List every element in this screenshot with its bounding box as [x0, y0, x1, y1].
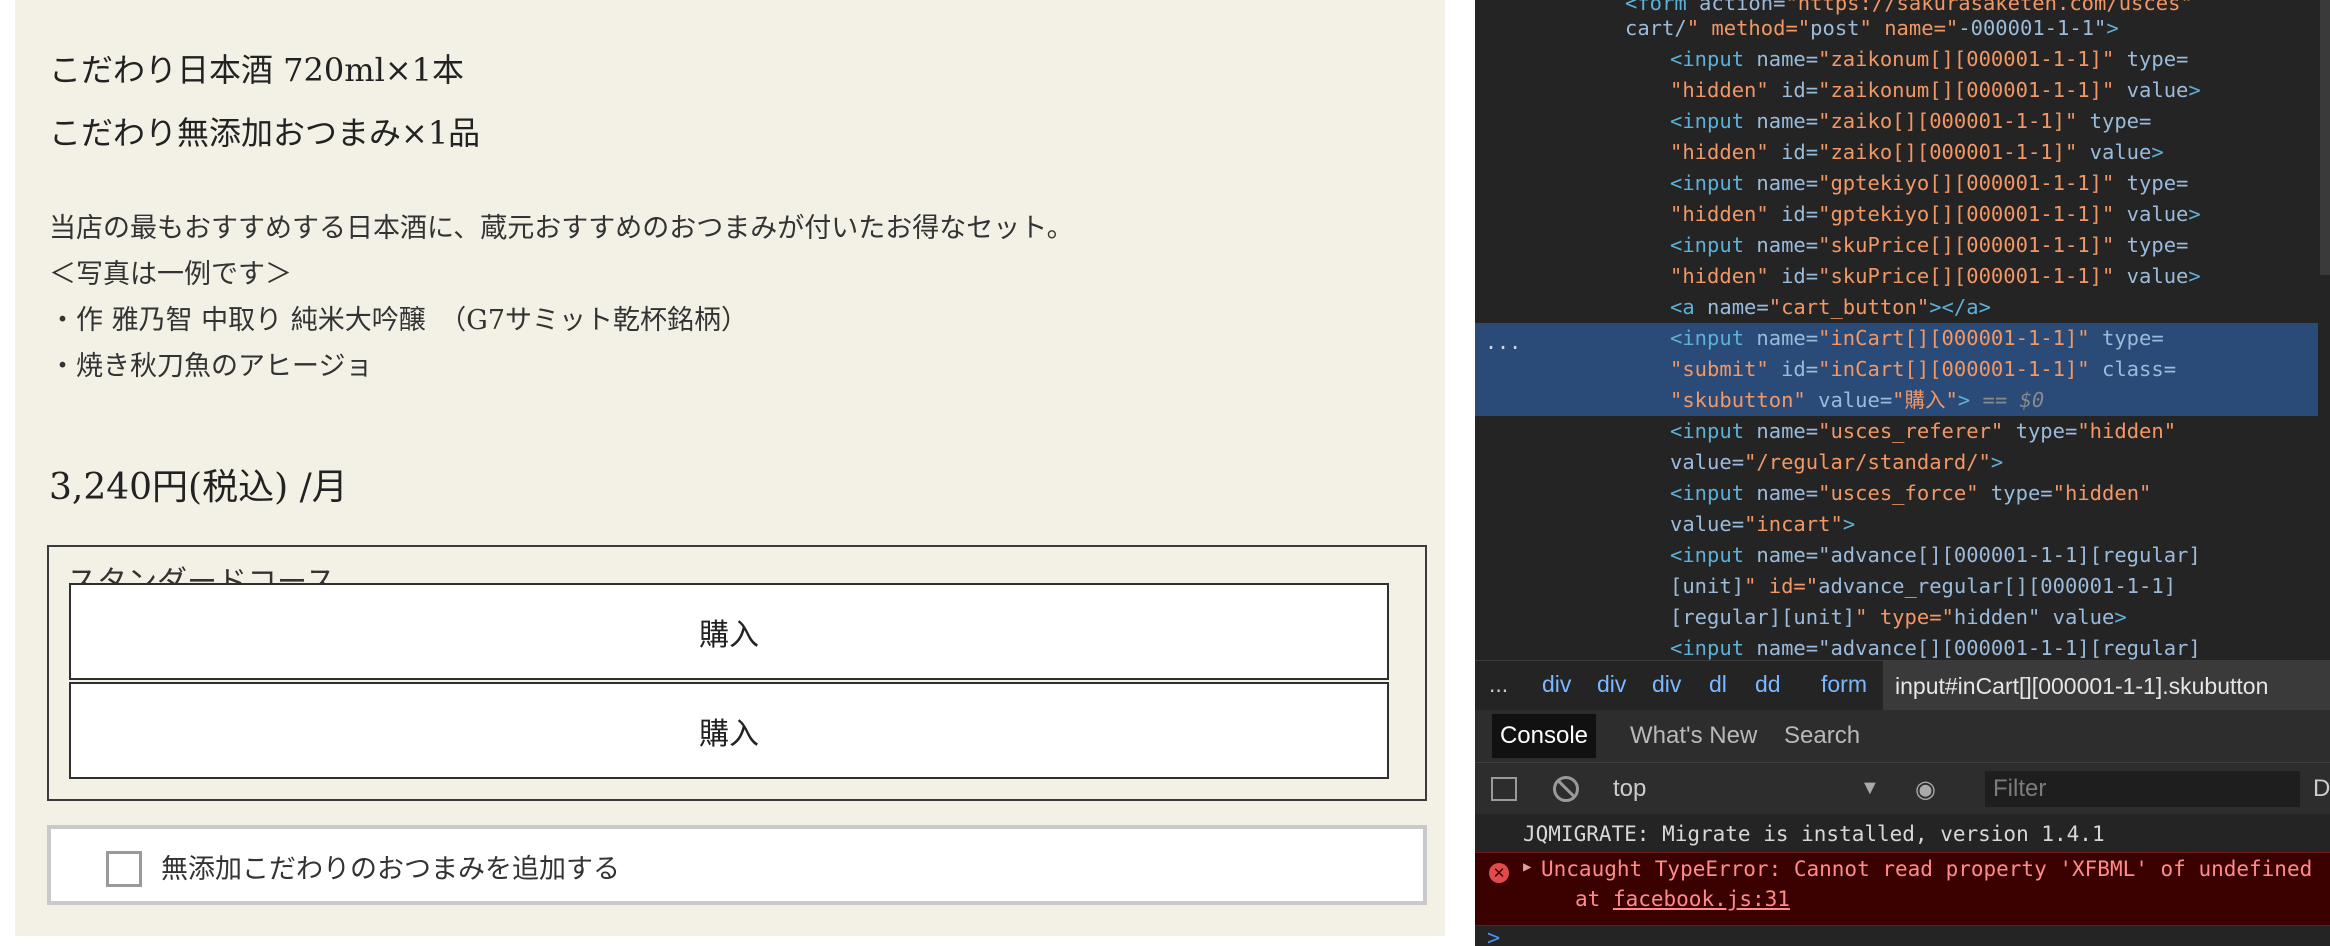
description-line: ・焼き秋刀魚のアヒージョ: [49, 351, 373, 382]
code-line[interactable]: "hidden" id="skuPrice[][000001-1-1]" val…: [1670, 261, 2201, 292]
description-line: ＜写真は一例です＞: [49, 259, 292, 290]
code-line[interactable]: [unit]" id="advance_regular[][000001-1-1…: [1670, 571, 2176, 602]
sidebar-toggle-icon[interactable]: [1491, 777, 1517, 801]
course-option-box: スタンダードコース 購入 購入: [47, 545, 1427, 801]
addon-label: 無添加こだわりのおつまみを追加する: [161, 854, 620, 885]
filter-input[interactable]: Filter: [1985, 771, 2300, 807]
buy-button[interactable]: 購入: [69, 583, 1389, 680]
code-line[interactable]: <input name="zaikonum[][000001-1-1]" typ…: [1670, 44, 2188, 75]
addon-option[interactable]: 無添加こだわりのおつまみを追加する: [47, 825, 1427, 905]
code-line[interactable]: <a name="cart_button"></a>: [1670, 292, 1991, 323]
tab-console[interactable]: Console: [1492, 714, 1596, 758]
code-line[interactable]: "hidden" id="gptekiyo[][000001-1-1]" val…: [1670, 199, 2201, 230]
product-panel: こだわり日本酒 720ml×1本 こだわり無添加おつまみ×1品 当店の最もおすす…: [15, 0, 1445, 936]
tab-whats-new[interactable]: What's New: [1630, 714, 1757, 758]
code-line[interactable]: value="/regular/standard/">: [1670, 447, 2003, 478]
eye-icon[interactable]: ◉: [1915, 775, 1936, 804]
code-line[interactable]: <input name="advance[][000001-1-1][regul…: [1670, 633, 2201, 660]
breadcrumb-item[interactable]: ...: [1489, 671, 1508, 698]
breadcrumb-item[interactable]: form: [1821, 671, 1867, 698]
code-line[interactable]: <input name="usces_force" type="hidden": [1670, 478, 2151, 509]
code-line[interactable]: [regular][unit]" type="hidden" value>: [1670, 602, 2127, 633]
breadcrumb-item[interactable]: dd: [1755, 671, 1781, 698]
code-line[interactable]: "hidden" id="zaiko[][000001-1-1]" value>: [1670, 137, 2164, 168]
code-line[interactable]: "submit" id="inCart[][000001-1-1]" class…: [1670, 354, 2176, 385]
error-message: Uncaught TypeError: Cannot read property…: [1541, 857, 2313, 881]
product-page: こだわり日本酒 720ml×1本 こだわり無添加おつまみ×1品 当店の最もおすす…: [0, 0, 1475, 946]
default-levels-dropdown[interactable]: D: [2313, 775, 2330, 803]
breadcrumb-selected[interactable]: input#inCart[][000001-1-1].skubutton: [1883, 661, 2330, 711]
breadcrumb: ... div div div dl dd form input#inCart[…: [1475, 660, 2330, 711]
elements-tree[interactable]: ... <form action="https://sakurasaketen.…: [1475, 0, 2330, 660]
code-line[interactable]: "hidden" id="zaikonum[][000001-1-1]" val…: [1670, 75, 2201, 106]
error-stack: at facebook.js:31: [1575, 887, 1790, 911]
code-line[interactable]: <input name="inCart[][000001-1-1]" type=: [1670, 323, 2164, 354]
scrollbar[interactable]: [2320, 0, 2330, 275]
code-line[interactable]: <input name="advance[][000001-1-1][regul…: [1670, 540, 2201, 571]
console-output: JQMIGRATE: Migrate is installed, version…: [1475, 814, 2330, 946]
error-icon: ✕: [1489, 863, 1509, 883]
chevron-down-icon[interactable]: ▼: [1860, 777, 1880, 800]
stack-prefix: at: [1575, 887, 1613, 911]
code-line[interactable]: "skubutton" value="購入"> == $0: [1670, 385, 2044, 416]
description-line: ・作 雅乃智 中取り 純米大吟醸 （G7サミット乾杯銘柄）: [49, 305, 748, 336]
console-toolbar: top ▼ ◉ Filter D: [1475, 762, 2330, 815]
console-error-line: ✕ ▶ Uncaught TypeError: Cannot read prop…: [1475, 852, 2330, 926]
set-item-snack: こだわり無添加おつまみ×1品: [49, 114, 481, 152]
buy-button[interactable]: 購入: [69, 682, 1389, 779]
code-line[interactable]: <input name="zaiko[][000001-1-1]" type=: [1670, 106, 2151, 137]
console-prompt[interactable]: >: [1487, 926, 1500, 946]
clear-console-icon[interactable]: [1553, 776, 1579, 802]
expand-triangle-icon[interactable]: ▶: [1523, 859, 1531, 875]
breadcrumb-item[interactable]: dl: [1709, 671, 1727, 698]
breadcrumb-item[interactable]: div: [1652, 671, 1681, 698]
code-line[interactable]: cart/" method="post" name="-000001-1-1">: [1625, 13, 2119, 44]
context-selector[interactable]: top: [1613, 775, 1646, 803]
description-line: 当店の最もおすすめする日本酒に、蔵元おすすめのおつまみが付いたお得なセット。: [49, 213, 1074, 244]
tab-search[interactable]: Search: [1784, 714, 1860, 758]
breadcrumb-item[interactable]: div: [1542, 671, 1571, 698]
breadcrumb-item[interactable]: div: [1597, 671, 1626, 698]
source-link[interactable]: facebook.js:31: [1613, 887, 1790, 911]
code-line[interactable]: <input name="skuPrice[][000001-1-1]" typ…: [1670, 230, 2188, 261]
console-log-line: JQMIGRATE: Migrate is installed, version…: [1523, 822, 2105, 846]
node-menu-icon[interactable]: ...: [1485, 330, 1521, 354]
code-line[interactable]: <input name="usces_referer" type="hidden…: [1670, 416, 2176, 447]
code-line[interactable]: value="incart">: [1670, 509, 1855, 540]
addon-checkbox[interactable]: [106, 851, 142, 887]
devtools-panel: ... <form action="https://sakurasaketen.…: [1475, 0, 2330, 946]
code-line[interactable]: <input name="gptekiyo[][000001-1-1]" typ…: [1670, 168, 2188, 199]
price: 3,240円(税込) /月: [49, 467, 348, 508]
drawer-tabs: ⋮ Console What's New Search: [1475, 710, 2330, 762]
set-item-sake: こだわり日本酒 720ml×1本: [49, 51, 465, 89]
